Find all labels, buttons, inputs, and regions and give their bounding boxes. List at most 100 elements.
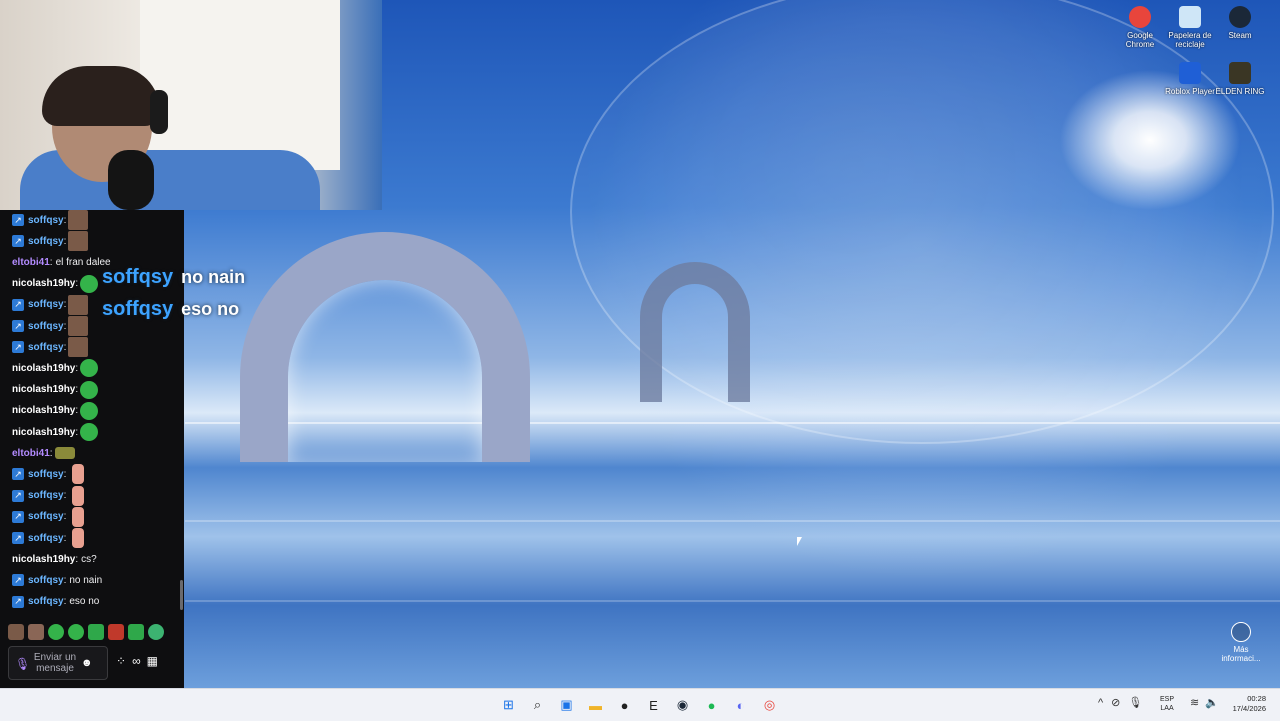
microphone-icon[interactable]: 🎙: [15, 657, 30, 671]
chat-emote-icon[interactable]: [68, 294, 89, 315]
emote-icon[interactable]: [68, 624, 84, 640]
emote-icon[interactable]: [8, 624, 24, 640]
bits-icon[interactable]: ⁘: [116, 654, 126, 668]
emote-icon[interactable]: [108, 624, 124, 640]
chat-emote-icon[interactable]: [68, 316, 89, 336]
vip-badge-icon[interactable]: ↗: [12, 595, 24, 608]
epic-games-icon[interactable]: E: [642, 693, 665, 717]
chat-emote-icon[interactable]: [80, 274, 99, 293]
chat-username[interactable]: soffqsy: [28, 511, 64, 522]
desktop-icon-roblox[interactable]: Roblox Player: [1165, 62, 1215, 96]
emote-icon[interactable]: [88, 624, 104, 640]
emote-icon[interactable]: [48, 624, 64, 640]
clock-time: 00:28: [1247, 694, 1266, 703]
chat-username[interactable]: soffqsy: [28, 299, 64, 310]
chat-separator: :: [63, 320, 67, 332]
elden-ring-icon: [1229, 62, 1251, 84]
chat-emote-icon[interactable]: [80, 380, 99, 399]
keyboard-layout: LAA: [1160, 705, 1174, 712]
chat-input[interactable]: 🎙 Enviar un mensaje ☻: [8, 646, 108, 680]
chat-emote-icon[interactable]: [68, 337, 89, 358]
emote-icon[interactable]: [148, 624, 164, 640]
chat-emote-icon[interactable]: [68, 210, 89, 230]
chat-username[interactable]: nicolash19hy: [12, 554, 75, 565]
vip-badge-icon[interactable]: ↗: [12, 574, 24, 587]
start-icon[interactable]: ⊞: [497, 693, 520, 717]
vip-badge-icon[interactable]: ↗: [12, 214, 24, 226]
chat-emote-icon[interactable]: [72, 528, 85, 548]
chat-username[interactable]: soffqsy: [28, 236, 64, 247]
chat-username[interactable]: nicolash19hy: [12, 384, 75, 395]
chat-separator: :: [63, 341, 67, 353]
chat-username[interactable]: nicolash19hy: [12, 363, 75, 374]
desktop-icon-chrome[interactable]: Google Chrome: [1115, 6, 1165, 49]
desktop-icon-elden-ring[interactable]: ELDEN RING: [1215, 62, 1265, 96]
vip-badge-icon[interactable]: ↗: [12, 298, 24, 311]
tray-status[interactable]: ≋ 🔈: [1190, 696, 1219, 709]
vip-badge-icon[interactable]: ↗: [12, 235, 24, 248]
taskbar: ⊞ ⌕ ▣ ▬ ● E ◉ ● ◐ ◎ ^ ⊘ 🎙 ESP LAA ≋ 🔈 00:28 17/4/…: [0, 688, 1280, 721]
language-indicator[interactable]: ESP LAA: [1160, 695, 1174, 713]
steam-icon[interactable]: ◉: [671, 693, 694, 717]
chat-username[interactable]: soffqsy: [28, 321, 64, 332]
chat-emote-icon[interactable]: [68, 231, 89, 252]
more-info-button[interactable]: Más informaci...: [1216, 622, 1266, 663]
emoji-icon[interactable]: ☻: [81, 657, 93, 669]
roblox-icon: [1179, 62, 1201, 84]
chat-username[interactable]: soffqsy: [28, 533, 64, 544]
vip-badge-icon[interactable]: ↗: [12, 532, 24, 544]
chat-username[interactable]: soffqsy: [28, 469, 64, 480]
infinity-icon[interactable]: ∞: [132, 654, 141, 668]
chat-separator: :: [63, 214, 67, 226]
desktop-icon-recycle-bin[interactable]: Papelera de reciclaje: [1165, 6, 1215, 49]
file-explorer-icon[interactable]: ▬: [584, 693, 607, 717]
chat-username[interactable]: nicolash19hy: [12, 405, 75, 416]
chevron-up-icon[interactable]: ^: [1098, 697, 1103, 709]
chat-username[interactable]: eltobi41: [12, 257, 50, 268]
chat-emote-icon[interactable]: [80, 423, 99, 441]
chat-emote-icon[interactable]: [72, 485, 85, 506]
clock[interactable]: 00:28 17/4/2026: [1224, 694, 1266, 714]
overlay-text: eso no: [181, 299, 240, 319]
chat-username[interactable]: soffqsy: [28, 596, 64, 607]
chat-emote-icon[interactable]: [80, 401, 99, 420]
vip-badge-icon[interactable]: ↗: [12, 468, 24, 481]
chrome-icon[interactable]: ◎: [758, 693, 781, 717]
chat-username[interactable]: eltobi41: [12, 448, 50, 459]
overlay-username: soffqsy: [102, 298, 174, 320]
chat-username[interactable]: nicolash19hy: [12, 278, 75, 289]
emote-icon[interactable]: [128, 624, 144, 640]
chat-emote-icon[interactable]: [54, 447, 75, 460]
chat-username[interactable]: soffqsy: [28, 575, 64, 586]
chat-emote-icon[interactable]: [80, 359, 99, 378]
chat-username[interactable]: soffqsy: [28, 215, 64, 226]
headphone-icon: [150, 90, 168, 134]
network-off-icon[interactable]: ⊘: [1111, 696, 1120, 709]
search-icon[interactable]: ⌕: [526, 693, 549, 717]
chat-scrollbar[interactable]: [180, 580, 183, 610]
chat-message: eltobi41:: [12, 443, 75, 463]
microphone-icon[interactable]: 🎙: [1128, 696, 1142, 709]
chat-separator: :: [75, 426, 79, 438]
chat-emote-icon[interactable]: [72, 464, 85, 485]
store-icon[interactable]: ▣: [555, 693, 578, 717]
chat-username[interactable]: nicolash19hy: [12, 427, 75, 438]
vip-badge-icon[interactable]: ↗: [12, 320, 24, 332]
chat-message: ↗ soffqsy:: [12, 485, 85, 506]
chat-emote-icon[interactable]: [72, 506, 85, 527]
chat-username[interactable]: soffqsy: [28, 490, 64, 501]
desktop-icon-steam[interactable]: Steam: [1215, 6, 1265, 40]
store-icon[interactable]: ▦: [147, 654, 158, 668]
chat-separator: :: [75, 405, 79, 417]
obs-icon[interactable]: ●: [613, 693, 636, 717]
vip-badge-icon[interactable]: ↗: [12, 489, 24, 502]
vip-badge-icon[interactable]: ↗: [12, 341, 24, 354]
volume-icon: 🔈: [1205, 697, 1219, 709]
chat-username[interactable]: soffqsy: [28, 342, 64, 353]
discord-icon[interactable]: ◐: [729, 693, 752, 717]
spotify-icon[interactable]: ●: [700, 693, 723, 717]
vip-badge-icon[interactable]: ↗: [12, 510, 24, 523]
emote-icon[interactable]: [28, 624, 44, 640]
mouse-cursor-icon: [797, 537, 802, 546]
chrome-icon: [1129, 6, 1151, 28]
